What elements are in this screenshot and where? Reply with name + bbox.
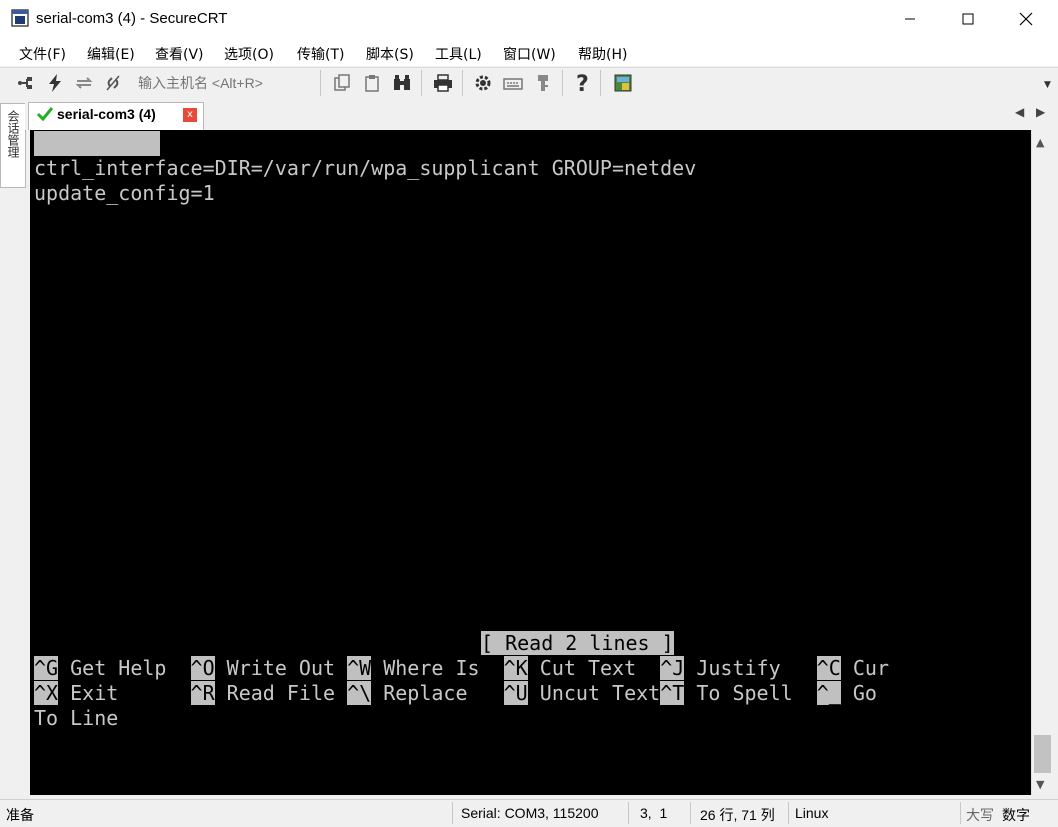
shortcut-label: Go <box>840 681 877 705</box>
tab-label: serial-com3 (4) <box>57 106 156 122</box>
status-separator <box>960 802 961 824</box>
shortcut-key: ^G <box>34 656 59 680</box>
status-separator <box>690 802 691 824</box>
shortcut-label: Justify <box>684 656 817 680</box>
shortcut-label: Get Help <box>58 656 191 680</box>
toolbar-separator <box>562 70 563 96</box>
terminal-scrollbar[interactable] <box>1031 130 1055 795</box>
shortcut-key: ^T <box>660 681 685 705</box>
menu-window[interactable]: 窗口(W) <box>503 44 556 64</box>
shortcut-label: Read File <box>214 681 348 705</box>
status-caps-lock: 大写 <box>966 807 994 823</box>
toolbar-separator <box>320 70 321 96</box>
scrollbar-thumb[interactable] <box>1034 735 1051 773</box>
status-ready: 准备 <box>6 807 34 823</box>
lightning-icon[interactable] <box>44 72 66 94</box>
shortcut-key: ^_ <box>816 681 841 705</box>
disconnect-icon[interactable] <box>102 72 124 94</box>
shortcut-key: ^J <box>660 656 685 680</box>
sftp-icon[interactable] <box>612 72 634 94</box>
scroll-up-icon[interactable]: ▲ <box>1036 136 1044 149</box>
shortcut-label: Cut Text <box>527 656 661 680</box>
menu-transfer[interactable]: 传输(T) <box>297 44 344 64</box>
toolbar-separator <box>421 70 422 96</box>
close-button[interactable] <box>997 0 1055 38</box>
reconnect-icon[interactable] <box>73 72 95 94</box>
keymap-icon[interactable] <box>502 72 524 94</box>
status-terminal-type: Linux <box>795 805 829 821</box>
shortcut-key: ^C <box>816 656 841 680</box>
host-input[interactable] <box>132 71 320 95</box>
toolbar-separator <box>600 70 601 96</box>
print-icon[interactable] <box>432 72 454 94</box>
terminal-title-highlight <box>34 131 160 156</box>
terminal-wrap-line: To Line <box>34 706 119 730</box>
paste-icon[interactable] <box>361 72 383 94</box>
nano-shortcut-row-2: ^X Exit ^R Read File ^\ Replace ^U Uncut… <box>34 681 877 706</box>
tab-scroll-left-icon[interactable]: ◀ <box>1015 105 1024 119</box>
shortcut-key: ^\ <box>347 681 372 705</box>
tab-scroll-right-icon[interactable]: ▶ <box>1036 105 1045 119</box>
maximize-button[interactable] <box>939 0 997 38</box>
menu-edit[interactable]: 编辑(E) <box>87 44 135 64</box>
shortcut-key: ^R <box>190 681 215 705</box>
minimize-button[interactable] <box>881 0 939 38</box>
status-separator <box>452 802 453 824</box>
session-manager-label: 会话管理 <box>6 110 20 158</box>
status-num-lock: 数字 <box>1002 807 1030 823</box>
shortcut-key: ^O <box>190 656 215 680</box>
menu-file[interactable]: 文件(F) <box>19 44 66 64</box>
window-title: serial-com3 (4) - SecureCRT <box>36 10 228 27</box>
minimize-icon <box>905 18 915 20</box>
shortcut-label: Where Is <box>371 656 504 680</box>
connected-check-icon <box>36 107 54 122</box>
shortcut-label: Write Out <box>214 656 348 680</box>
toolbar-separator <box>462 70 463 96</box>
nano-shortcut-row-1: ^G Get Help ^O Write Out ^W Where Is ^K … <box>34 656 889 681</box>
status-cursor-position: 3, 1 <box>640 805 668 821</box>
menu-tools[interactable]: 工具(L) <box>435 44 482 64</box>
nano-status-text: [ Read 2 lines ] <box>481 631 674 655</box>
menu-help[interactable]: 帮助(H) <box>578 44 627 64</box>
terminal-line: update_config=1 <box>34 181 215 205</box>
status-connection: Serial: COM3, 115200 <box>461 805 599 821</box>
shortcut-label: To Spell <box>684 681 817 705</box>
nano-status-message: [ Read 2 lines ] <box>481 631 674 656</box>
menu-options[interactable]: 选项(O) <box>224 44 274 64</box>
shortcut-key: ^W <box>347 656 372 680</box>
svg-text:?: ? <box>576 72 589 94</box>
settings-gear-icon[interactable] <box>472 72 494 94</box>
tab-close-icon[interactable]: x <box>183 108 197 122</box>
status-separator <box>628 802 629 824</box>
menu-view[interactable]: 查看(V) <box>155 44 204 64</box>
shortcut-key: ^U <box>503 681 528 705</box>
connect-tree-icon[interactable] <box>14 72 36 94</box>
shortcut-key: ^K <box>503 656 528 680</box>
help-icon[interactable]: ? <box>571 72 593 94</box>
toolbar-overflow-icon[interactable]: ▼ <box>1044 80 1051 90</box>
shortcut-label: Exit <box>58 681 191 705</box>
find-icon[interactable] <box>391 72 413 94</box>
maximize-icon <box>962 13 974 25</box>
status-separator <box>788 802 789 824</box>
terminal-line: ctrl_interface=DIR=/var/run/wpa_supplica… <box>34 156 697 180</box>
scroll-down-icon[interactable]: ▼ <box>1036 778 1044 791</box>
menu-script[interactable]: 脚本(S) <box>366 44 414 64</box>
shortcut-label: Replace <box>371 681 504 705</box>
key-icon[interactable] <box>532 72 554 94</box>
shortcut-label: Cur <box>840 656 889 680</box>
shortcut-key: ^X <box>34 681 59 705</box>
close-icon <box>1019 12 1033 26</box>
copy-icon[interactable] <box>331 72 353 94</box>
securecrt-app-icon <box>11 9 29 27</box>
status-terminal-size: 26 行, 71 列 <box>700 807 775 823</box>
shortcut-label: Uncut Text <box>527 681 661 705</box>
